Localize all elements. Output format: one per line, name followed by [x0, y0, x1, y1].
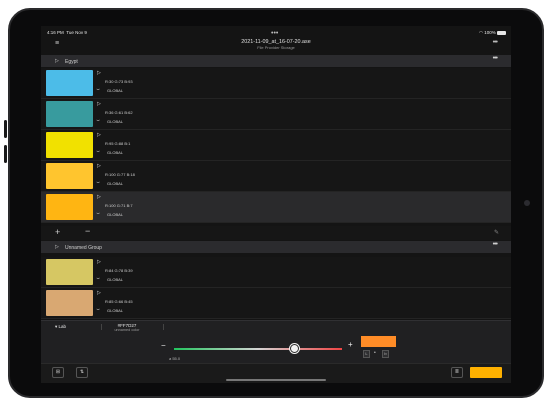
home-indicator — [226, 379, 326, 381]
disclosure-triangle-icon[interactable]: ▷ — [97, 290, 101, 296]
color-rgb-values: R:100 G:71 B:7 — [105, 203, 133, 208]
color-swatch[interactable] — [46, 132, 93, 158]
group-toolbar: + − ✎ — [41, 226, 511, 240]
color-scope: GLOBAL — [107, 277, 124, 282]
color-swatch[interactable] — [46, 194, 93, 220]
color-swatch[interactable] — [46, 290, 93, 316]
channel-slider-thumb[interactable] — [290, 344, 300, 353]
color-rgb-values: R:30 G:73 B:93 — [105, 79, 133, 84]
color-rgb-values: R:100 G:77 B:18 — [105, 172, 135, 177]
color-swatch[interactable] — [46, 163, 93, 189]
color-rgb-values: R:84 G:78 B:39 — [105, 268, 133, 273]
list-view-icon[interactable]: ≣ — [451, 367, 463, 378]
color-rgb-values: R:85 G:66 B:45 — [105, 299, 133, 304]
battery-icon — [497, 30, 506, 35]
disclosure-triangle-icon[interactable]: ▷ — [97, 194, 101, 200]
color-row[interactable]: ▷ R:85 G:66 B:45 ⌄ GLOBAL — [41, 288, 511, 319]
color-row[interactable]: ▷ R:84 G:78 B:39 ⌄ GLOBAL — [41, 257, 511, 288]
chevron-down-icon[interactable]: ⌄ — [95, 306, 102, 312]
chevron-down-icon[interactable]: ⌄ — [95, 86, 102, 92]
disclosure-triangle-icon[interactable]: ▷ — [55, 58, 59, 64]
channel-l-button[interactable]: L — [363, 350, 370, 358]
color-scope: GLOBAL — [107, 181, 124, 186]
color-scope: GLOBAL — [107, 308, 124, 313]
group-name: Egypt — [65, 58, 78, 65]
color-row[interactable]: ▷ R:30 G:73 B:93 ⌄ GLOBAL — [41, 68, 511, 99]
disclosure-triangle-icon[interactable]: ▷ — [97, 132, 101, 138]
chevron-down-icon[interactable]: ⌄ — [95, 117, 102, 123]
chevron-down-icon[interactable]: ⌄ — [95, 179, 102, 185]
channel-b-button[interactable]: b — [382, 350, 389, 358]
color-scope: GLOBAL — [107, 150, 124, 155]
color-swatch[interactable] — [46, 70, 93, 96]
group-header-egypt[interactable]: ▷ Egypt ••• — [41, 55, 511, 67]
divider — [163, 324, 164, 330]
eyedropper-icon[interactable]: ✎ — [494, 229, 499, 236]
color-row[interactable]: ▷ R:36 G:61 B:62 ⌄ GLOBAL — [41, 99, 511, 130]
group-name: Unnamed Group — [65, 244, 102, 251]
decrement-button[interactable]: − — [161, 341, 166, 350]
side-button — [4, 145, 7, 163]
document-location: File Provider Storage — [257, 45, 295, 50]
color-rgb-values: R:95 G:88 B:1 — [105, 141, 131, 146]
disclosure-triangle-icon[interactable]: ▷ — [97, 70, 101, 76]
side-button — [4, 120, 7, 138]
group-more-icon[interactable]: ••• — [493, 241, 498, 248]
color-row-selected[interactable]: ▷ R:100 G:71 B:7 ⌄ GLOBAL — [41, 192, 511, 223]
color-scope: GLOBAL — [107, 119, 124, 124]
chevron-down-icon[interactable]: ⌄ — [95, 275, 102, 281]
title-bar: ≡ ••• 2021-11-09_at_16-07-20.ase File Pr… — [41, 30, 511, 53]
disclosure-triangle-icon[interactable]: ▷ — [97, 163, 101, 169]
current-color-button[interactable] — [470, 367, 502, 378]
remove-color-button[interactable]: − — [85, 226, 90, 236]
multitasking-dots-icon[interactable]: ••• — [271, 30, 278, 37]
more-options-icon[interactable]: ••• — [493, 39, 498, 46]
color-row[interactable]: ▷ R:100 G:77 B:18 ⌄ GLOBAL — [41, 161, 511, 192]
disclosure-triangle-icon[interactable]: ▷ — [97, 259, 101, 265]
group-header-unnamed[interactable]: ▷ Unnamed Group ••• — [41, 241, 511, 253]
channel-slider-track[interactable] — [174, 348, 342, 350]
color-scope: GLOBAL — [107, 88, 124, 93]
wifi-icon: ◠ — [479, 30, 483, 35]
swap-icon[interactable]: ⇅ — [76, 367, 88, 378]
status-time: 4:16 PM — [47, 30, 64, 35]
chevron-down-icon[interactable]: ⌄ — [95, 148, 102, 154]
app-screen: 4:16 PM Tue Nov 9 ◠ 100% ≡ ••• 2021-11-0… — [41, 26, 511, 383]
disclosure-triangle-icon[interactable]: ▷ — [97, 101, 101, 107]
status-date: Tue Nov 9 — [66, 30, 87, 35]
channel-a-indicator: • — [374, 350, 376, 356]
color-preview-swatch — [361, 336, 396, 347]
add-color-button[interactable]: + — [55, 227, 60, 237]
chevron-down-icon[interactable]: ⌄ — [95, 210, 102, 216]
color-row[interactable]: ▷ R:95 G:88 B:1 ⌄ GLOBAL — [41, 130, 511, 161]
disclosure-triangle-icon[interactable]: ▷ — [55, 244, 59, 250]
grid-view-icon[interactable]: ⊞ — [52, 367, 64, 378]
color-swatch[interactable] — [46, 101, 93, 127]
camera-icon — [524, 200, 530, 206]
increment-button[interactable]: + — [348, 340, 353, 349]
color-swatch[interactable] — [46, 259, 93, 285]
group-more-icon[interactable]: ••• — [493, 55, 498, 62]
battery-level: 100% — [484, 30, 496, 35]
color-name[interactable]: unnamed color — [41, 328, 213, 332]
channel-value: a 55.0 — [169, 356, 181, 361]
color-rgb-values: R:36 G:61 B:62 — [105, 110, 133, 115]
color-scope: GLOBAL — [107, 212, 124, 217]
